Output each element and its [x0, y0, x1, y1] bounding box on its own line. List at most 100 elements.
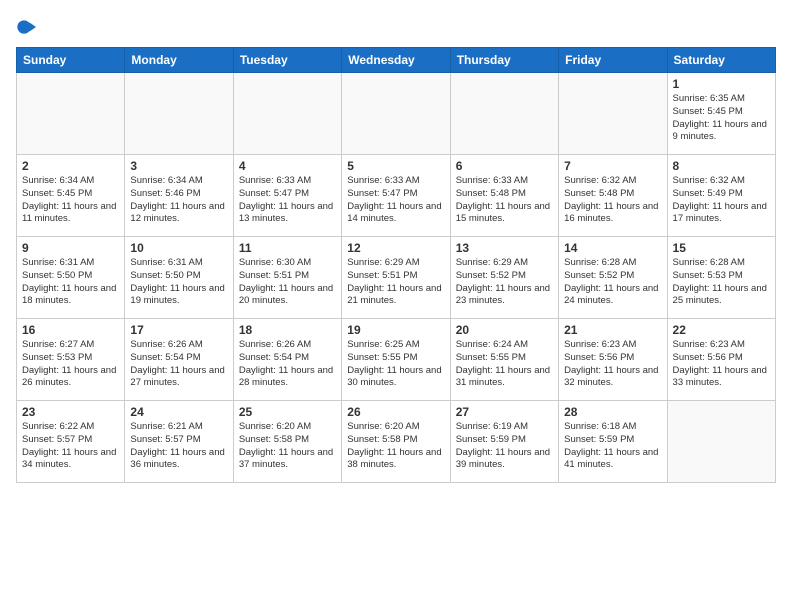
day-info: Sunrise: 6:31 AM Sunset: 5:50 PM Dayligh…	[22, 257, 119, 308]
day-number: 3	[130, 159, 227, 173]
day-info: Sunrise: 6:18 AM Sunset: 5:59 PM Dayligh…	[564, 421, 661, 472]
day-number: 2	[22, 159, 119, 173]
day-info: Sunrise: 6:24 AM Sunset: 5:55 PM Dayligh…	[456, 339, 553, 390]
weekday-header-friday: Friday	[559, 48, 667, 73]
day-cell: 11 Sunrise: 6:30 AM Sunset: 5:51 PM Dayli…	[233, 237, 341, 319]
day-info: Sunrise: 6:32 AM Sunset: 5:48 PM Dayligh…	[564, 175, 661, 226]
day-cell	[559, 73, 667, 155]
day-cell	[450, 73, 558, 155]
calendar-table: SundayMondayTuesdayWednesdayThursdayFrid…	[16, 47, 776, 483]
day-info: Sunrise: 6:33 AM Sunset: 5:47 PM Dayligh…	[239, 175, 336, 226]
week-row-2: 9Sunrise: 6:31 AM Sunset: 5:50 PM Daylig…	[17, 237, 776, 319]
header	[16, 16, 776, 37]
day-number: 25	[239, 405, 336, 419]
day-number: 22	[673, 323, 770, 337]
day-cell	[17, 73, 125, 155]
day-cell: 23 Sunrise: 6:22 AM Sunset: 5:57 PM Dayli…	[17, 401, 125, 483]
weekday-header-saturday: Saturday	[667, 48, 775, 73]
day-info: Sunrise: 6:33 AM Sunset: 5:47 PM Dayligh…	[347, 175, 444, 226]
day-number: 8	[673, 159, 770, 173]
weekday-header-monday: Monday	[125, 48, 233, 73]
day-info: Sunrise: 6:19 AM Sunset: 5:59 PM Dayligh…	[456, 421, 553, 472]
day-cell: 20Sunrise: 6:24 AM Sunset: 5:55 PM Dayli…	[450, 319, 558, 401]
day-cell: 17 Sunrise: 6:26 AM Sunset: 5:54 PM Dayli…	[125, 319, 233, 401]
day-cell: 8 Sunrise: 6:32 AM Sunset: 5:49 PM Daylig…	[667, 155, 775, 237]
calendar-body: 1Sunrise: 6:35 AM Sunset: 5:45 PM Daylig…	[17, 73, 776, 483]
weekday-header-wednesday: Wednesday	[342, 48, 450, 73]
day-number: 6	[456, 159, 553, 173]
day-number: 27	[456, 405, 553, 419]
day-cell	[125, 73, 233, 155]
day-number: 17	[130, 323, 227, 337]
day-number: 4	[239, 159, 336, 173]
week-row-1: 2 Sunrise: 6:34 AM Sunset: 5:45 PM Daylig…	[17, 155, 776, 237]
day-number: 5	[347, 159, 444, 173]
day-cell: 15 Sunrise: 6:28 AM Sunset: 5:53 PM Dayli…	[667, 237, 775, 319]
day-cell: 5 Sunrise: 6:33 AM Sunset: 5:47 PM Daylig…	[342, 155, 450, 237]
weekday-header-tuesday: Tuesday	[233, 48, 341, 73]
day-cell: 16 Sunrise: 6:27 AM Sunset: 5:53 PM Dayli…	[17, 319, 125, 401]
logo-icon	[16, 17, 36, 37]
day-cell: 27 Sunrise: 6:19 AM Sunset: 5:59 PM Dayli…	[450, 401, 558, 483]
day-info: Sunrise: 6:29 AM Sunset: 5:51 PM Dayligh…	[347, 257, 444, 308]
day-number: 19	[347, 323, 444, 337]
day-number: 1	[673, 77, 770, 91]
day-info: Sunrise: 6:31 AM Sunset: 5:50 PM Dayligh…	[130, 257, 227, 308]
weekday-header-row: SundayMondayTuesdayWednesdayThursdayFrid…	[17, 48, 776, 73]
page: SundayMondayTuesdayWednesdayThursdayFrid…	[0, 0, 792, 612]
day-info: Sunrise: 6:33 AM Sunset: 5:48 PM Dayligh…	[456, 175, 553, 226]
day-cell: 28Sunrise: 6:18 AM Sunset: 5:59 PM Dayli…	[559, 401, 667, 483]
day-info: Sunrise: 6:20 AM Sunset: 5:58 PM Dayligh…	[239, 421, 336, 472]
weekday-header-sunday: Sunday	[17, 48, 125, 73]
day-info: Sunrise: 6:26 AM Sunset: 5:54 PM Dayligh…	[130, 339, 227, 390]
day-cell: 6 Sunrise: 6:33 AM Sunset: 5:48 PM Daylig…	[450, 155, 558, 237]
day-info: Sunrise: 6:28 AM Sunset: 5:52 PM Dayligh…	[564, 257, 661, 308]
day-number: 26	[347, 405, 444, 419]
day-number: 15	[673, 241, 770, 255]
day-cell: 22 Sunrise: 6:23 AM Sunset: 5:56 PM Dayli…	[667, 319, 775, 401]
day-cell	[233, 73, 341, 155]
day-info: Sunrise: 6:28 AM Sunset: 5:53 PM Dayligh…	[673, 257, 770, 308]
day-cell: 1Sunrise: 6:35 AM Sunset: 5:45 PM Daylig…	[667, 73, 775, 155]
week-row-4: 23 Sunrise: 6:22 AM Sunset: 5:57 PM Dayli…	[17, 401, 776, 483]
day-cell: 10Sunrise: 6:31 AM Sunset: 5:50 PM Dayli…	[125, 237, 233, 319]
weekday-header-thursday: Thursday	[450, 48, 558, 73]
week-row-3: 16 Sunrise: 6:27 AM Sunset: 5:53 PM Dayli…	[17, 319, 776, 401]
day-number: 24	[130, 405, 227, 419]
day-cell: 12 Sunrise: 6:29 AM Sunset: 5:51 PM Dayli…	[342, 237, 450, 319]
week-row-0: 1Sunrise: 6:35 AM Sunset: 5:45 PM Daylig…	[17, 73, 776, 155]
day-cell: 25 Sunrise: 6:20 AM Sunset: 5:58 PM Dayli…	[233, 401, 341, 483]
day-info: Sunrise: 6:23 AM Sunset: 5:56 PM Dayligh…	[673, 339, 770, 390]
day-number: 12	[347, 241, 444, 255]
day-cell	[342, 73, 450, 155]
day-info: Sunrise: 6:26 AM Sunset: 5:54 PM Dayligh…	[239, 339, 336, 390]
day-cell: 24 Sunrise: 6:21 AM Sunset: 5:57 PM Dayli…	[125, 401, 233, 483]
day-info: Sunrise: 6:23 AM Sunset: 5:56 PM Dayligh…	[564, 339, 661, 390]
day-number: 7	[564, 159, 661, 173]
day-info: Sunrise: 6:20 AM Sunset: 5:58 PM Dayligh…	[347, 421, 444, 472]
day-cell: 19 Sunrise: 6:25 AM Sunset: 5:55 PM Dayli…	[342, 319, 450, 401]
day-number: 14	[564, 241, 661, 255]
day-info: Sunrise: 6:30 AM Sunset: 5:51 PM Dayligh…	[239, 257, 336, 308]
day-info: Sunrise: 6:32 AM Sunset: 5:49 PM Dayligh…	[673, 175, 770, 226]
day-info: Sunrise: 6:22 AM Sunset: 5:57 PM Dayligh…	[22, 421, 119, 472]
day-info: Sunrise: 6:25 AM Sunset: 5:55 PM Dayligh…	[347, 339, 444, 390]
day-cell	[667, 401, 775, 483]
day-cell: 21Sunrise: 6:23 AM Sunset: 5:56 PM Dayli…	[559, 319, 667, 401]
day-number: 11	[239, 241, 336, 255]
day-number: 18	[239, 323, 336, 337]
day-cell: 9Sunrise: 6:31 AM Sunset: 5:50 PM Daylig…	[17, 237, 125, 319]
day-number: 23	[22, 405, 119, 419]
day-cell: 4 Sunrise: 6:33 AM Sunset: 5:47 PM Daylig…	[233, 155, 341, 237]
day-info: Sunrise: 6:34 AM Sunset: 5:46 PM Dayligh…	[130, 175, 227, 226]
day-number: 16	[22, 323, 119, 337]
day-cell: 3 Sunrise: 6:34 AM Sunset: 5:46 PM Daylig…	[125, 155, 233, 237]
day-info: Sunrise: 6:27 AM Sunset: 5:53 PM Dayligh…	[22, 339, 119, 390]
day-info: Sunrise: 6:34 AM Sunset: 5:45 PM Dayligh…	[22, 175, 119, 226]
day-cell: 13Sunrise: 6:29 AM Sunset: 5:52 PM Dayli…	[450, 237, 558, 319]
day-cell: 14 Sunrise: 6:28 AM Sunset: 5:52 PM Dayli…	[559, 237, 667, 319]
day-info: Sunrise: 6:21 AM Sunset: 5:57 PM Dayligh…	[130, 421, 227, 472]
day-cell: 18 Sunrise: 6:26 AM Sunset: 5:54 PM Dayli…	[233, 319, 341, 401]
day-number: 13	[456, 241, 553, 255]
logo	[16, 16, 40, 37]
